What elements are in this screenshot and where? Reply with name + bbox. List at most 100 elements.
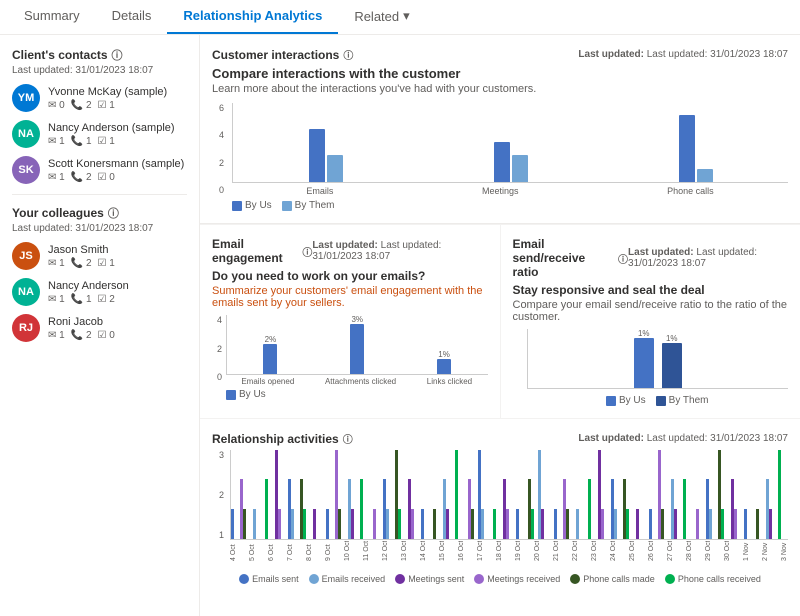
contact-item-rj[interactable]: RJ Roni Jacob ✉ 1 📞 2 ☑ 0 (12, 314, 187, 342)
legend-color-byus (232, 201, 242, 211)
content-area: Customer interactions ⓘ Last updated: La… (200, 35, 800, 616)
contact-stats: ✉ 1 📞 2 ☑ 1 (48, 258, 187, 269)
activity-bar (721, 509, 724, 539)
activity-bar (493, 509, 496, 539)
tab-details[interactable]: Details (96, 0, 168, 34)
activity-bar (313, 509, 316, 539)
your-colleagues-title: Your colleagues ⓘ (12, 205, 187, 221)
activity-bar (253, 509, 256, 539)
activity-bar (446, 509, 449, 539)
bar-attachments: 3% (318, 315, 397, 374)
send-receive-chart: 1% 1% By Us (513, 329, 789, 406)
activities-title: Relationship activities (212, 432, 339, 446)
activities-bars (230, 450, 788, 540)
tab-summary[interactable]: Summary (8, 0, 96, 34)
activity-group (687, 509, 705, 539)
email-engagement-chart: 4 2 0 2% 3% (212, 315, 488, 400)
activity-bar (481, 509, 484, 539)
info-icon[interactable]: ⓘ (343, 431, 353, 446)
contact-item-sk[interactable]: SK Scott Konersmann (sample) ✉ 1 📞 2 ☑ 0 (12, 156, 187, 184)
last-updated: Last updated: Last updated: 31/01/2023 1… (312, 240, 487, 262)
activity-bar (326, 509, 329, 539)
bar-emails-byus (309, 129, 325, 182)
activity-bar (674, 509, 677, 539)
contact-item-na[interactable]: NA Nancy Anderson (sample) ✉ 1 📞 1 ☑ 1 (12, 120, 187, 148)
contact-stats: ✉ 1 📞 1 ☑ 2 (48, 294, 187, 305)
legend-byus: By Us (232, 200, 272, 211)
activity-bar (554, 509, 557, 539)
bar-bythem: 1% (662, 334, 682, 388)
activity-group (440, 450, 458, 539)
avatar: NA (12, 278, 40, 306)
navigation-tabs: Summary Details Relationship Analytics R… (0, 0, 800, 35)
activity-bar (709, 509, 712, 539)
activity-bar (398, 509, 401, 539)
info-icon[interactable]: ⓘ (302, 244, 312, 259)
info-icon[interactable]: ⓘ (108, 205, 119, 221)
legend-bythem: By Them (282, 200, 335, 211)
activity-bar (516, 509, 519, 539)
colleagues-last-updated: Last updated: 31/01/2023 18:07 (12, 223, 187, 234)
y-axis: 4 2 0 (212, 315, 222, 400)
chevron-down-icon: ▾ (403, 8, 410, 24)
activity-group (421, 509, 439, 539)
send-receive-bar-chart: 1% 1% (527, 329, 789, 389)
bar-links: 1% (405, 350, 484, 374)
activity-group (668, 479, 686, 539)
email-bar-chart: 2% 3% 1% (226, 315, 488, 375)
activity-bar (360, 479, 363, 539)
activity-bar (455, 450, 458, 539)
middle-row: Email engagement ⓘ Last updated: Last up… (200, 225, 800, 418)
activity-bar (649, 509, 652, 539)
bar-group-meetings (426, 142, 595, 182)
email-engagement-title: Email engagement (212, 237, 298, 265)
activity-bar (734, 509, 737, 539)
last-updated: Last updated: Last updated: 31/01/2023 1… (628, 247, 788, 269)
bar-phonecalls-byus (679, 115, 695, 182)
info-icon[interactable]: ⓘ (618, 251, 628, 266)
activity-group (326, 450, 344, 539)
activity-bar (386, 509, 389, 539)
activity-group (402, 479, 420, 539)
info-icon[interactable]: ⓘ (343, 47, 353, 62)
activity-bar (601, 509, 604, 539)
activity-group (649, 450, 667, 539)
activity-bar (696, 509, 699, 539)
activity-group (573, 479, 591, 539)
activities-legend: Emails sent Emails received Meetings sen… (212, 574, 788, 584)
activity-group (763, 450, 781, 539)
activity-group (516, 479, 534, 539)
email-send-receive-card: Email send/receive ratio ⓘ Last updated:… (501, 225, 800, 418)
activity-bar (411, 509, 414, 539)
y-axis: 3 2 1 (212, 450, 226, 570)
contact-item-na2[interactable]: NA Nancy Anderson ✉ 1 📞 1 ☑ 2 (12, 278, 187, 306)
activity-group (345, 479, 363, 539)
bar-group-phonecalls (611, 115, 780, 182)
activity-group (706, 450, 724, 539)
tab-relationship-analytics[interactable]: Relationship Analytics (167, 0, 338, 34)
activity-group (288, 479, 306, 539)
email-engagement-subtitle: Do you need to work on your emails? (212, 269, 488, 283)
card-title-text: Customer interactions (212, 48, 339, 62)
contact-stats: ✉ 0 📞 2 ☑ 1 (48, 100, 187, 111)
contact-name: Nancy Anderson (sample) (48, 122, 187, 134)
avatar: SK (12, 156, 40, 184)
activity-group (744, 509, 762, 539)
contact-item-js[interactable]: JS Jason Smith ✉ 1 📞 2 ☑ 1 (12, 242, 187, 270)
activity-bar (744, 509, 747, 539)
contact-item-ym[interactable]: YM Yvonne McKay (sample) ✉ 0 📞 2 ☑ 1 (12, 84, 187, 112)
tab-related[interactable]: Related ▾ (338, 0, 425, 34)
email-engagement-card: Email engagement ⓘ Last updated: Last up… (200, 225, 500, 418)
activity-group (497, 479, 515, 539)
chart-legend: By Us By Them (232, 200, 788, 211)
activity-bar (433, 509, 436, 539)
bar-emails-opened: 2% (231, 335, 310, 374)
activity-group (630, 509, 648, 539)
activity-bar (588, 479, 591, 539)
activity-group (307, 509, 325, 539)
activity-group (250, 479, 268, 539)
info-icon[interactable]: ⓘ (112, 47, 123, 63)
activity-bar (303, 509, 306, 539)
activity-group (725, 479, 743, 539)
send-receive-desc: Compare your email send/receive ratio to… (513, 299, 789, 323)
